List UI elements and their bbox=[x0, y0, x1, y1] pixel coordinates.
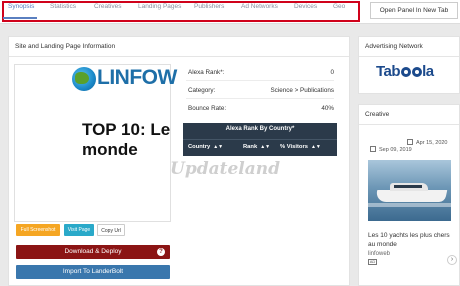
divider bbox=[186, 80, 334, 81]
alexa-rank-label: Alexa Rank*: bbox=[188, 69, 225, 76]
bounce-rate-row: Bounce Rate: 40% bbox=[188, 105, 334, 112]
category-label: Category: bbox=[188, 87, 216, 94]
creative-source: linfoweb bbox=[368, 251, 391, 257]
column-label: % Visitors bbox=[280, 144, 308, 150]
tab-ad-networks[interactable]: Ad Networks bbox=[241, 3, 278, 10]
full-screenshot-button[interactable]: Full Screenshot bbox=[16, 224, 60, 236]
preview-logo-text: LINFOW bbox=[97, 66, 177, 89]
column-label: Rank bbox=[243, 144, 258, 150]
taboola-logo: Tab la bbox=[376, 63, 434, 80]
creative-image[interactable] bbox=[368, 160, 451, 221]
last-seen-date: Apr 15, 2020 bbox=[407, 139, 448, 146]
open-panel-new-tab-button[interactable]: Open Panel In New Tab bbox=[370, 2, 458, 19]
preview-headline: TOP 10: Le monde bbox=[82, 120, 171, 159]
tab-creatives[interactable]: Creatives bbox=[94, 3, 121, 10]
tab-devices[interactable]: Devices bbox=[294, 3, 317, 10]
tab-publishers[interactable]: Publishers bbox=[194, 3, 224, 10]
divider bbox=[186, 98, 334, 99]
category-row: Category: Science > Publications bbox=[188, 87, 334, 94]
site-info-panel-title: Site and Landing Page Information bbox=[9, 37, 349, 57]
sort-arrows-icon[interactable]: ▲▼ bbox=[213, 144, 223, 150]
help-icon[interactable]: ? bbox=[157, 248, 165, 256]
column-header-visitors[interactable]: % Visitors ▲▼ bbox=[280, 144, 321, 150]
watermark: Updateland bbox=[170, 159, 281, 179]
download-deploy-button[interactable]: Download & Deploy ? bbox=[16, 245, 170, 259]
calendar-icon bbox=[370, 146, 376, 152]
globe-logo-icon bbox=[72, 67, 96, 91]
ad-network-panel-title: Advertising Network bbox=[359, 37, 459, 57]
bounce-rate-label: Bounce Rate: bbox=[188, 105, 227, 112]
download-deploy-label: Download & Deploy bbox=[64, 248, 122, 255]
calendar-icon bbox=[407, 139, 413, 145]
sort-arrows-icon[interactable]: ▲▼ bbox=[260, 144, 270, 150]
creative-title[interactable]: Les 10 yachts les plus chers au monde bbox=[368, 231, 454, 249]
first-seen-date: Sep 09, 2019 bbox=[370, 146, 412, 153]
tab-statistics[interactable]: Statistics bbox=[50, 3, 76, 10]
alexa-rank-row: Alexa Rank*: 0 bbox=[188, 69, 334, 76]
chevron-right-icon[interactable]: › bbox=[447, 255, 457, 265]
sort-arrows-icon[interactable]: ▲▼ bbox=[311, 144, 321, 150]
tab-landing-pages[interactable]: Landing Pages bbox=[138, 3, 181, 10]
creative-panel-title: Creative bbox=[359, 105, 459, 125]
copy-url-button[interactable]: Copy Url bbox=[97, 224, 125, 236]
visit-page-button[interactable]: Visit Page bbox=[64, 224, 94, 236]
category-value: Science > Publications bbox=[270, 87, 334, 94]
alexa-table-title: Alexa Rank By Country* bbox=[225, 126, 295, 132]
alexa-rank-by-country-table: Alexa Rank By Country* Country ▲▼ Rank ▲▼ … bbox=[183, 123, 337, 156]
column-header-rank[interactable]: Rank ▲▼ bbox=[243, 144, 270, 150]
tab-geo[interactable]: Geo bbox=[333, 3, 345, 10]
column-header-country[interactable]: Country ▲▼ bbox=[188, 144, 223, 150]
tab-synopsis[interactable]: Synopsis bbox=[8, 3, 34, 10]
import-landerbolt-button[interactable]: Import To LanderBolt bbox=[16, 265, 170, 279]
last-seen-value: Apr 15, 2020 bbox=[416, 140, 448, 146]
first-seen-value: Sep 09, 2019 bbox=[379, 147, 412, 153]
alexa-rank-value: 0 bbox=[330, 69, 334, 76]
ad-badge-icon: AD bbox=[368, 259, 377, 265]
column-label: Country bbox=[188, 144, 211, 150]
active-tab-indicator bbox=[3, 17, 37, 19]
bounce-rate-value: 40% bbox=[321, 105, 334, 112]
divider bbox=[183, 139, 337, 140]
top-tab-bar: Synopsis Statistics Creatives Landing Pa… bbox=[0, 0, 460, 24]
